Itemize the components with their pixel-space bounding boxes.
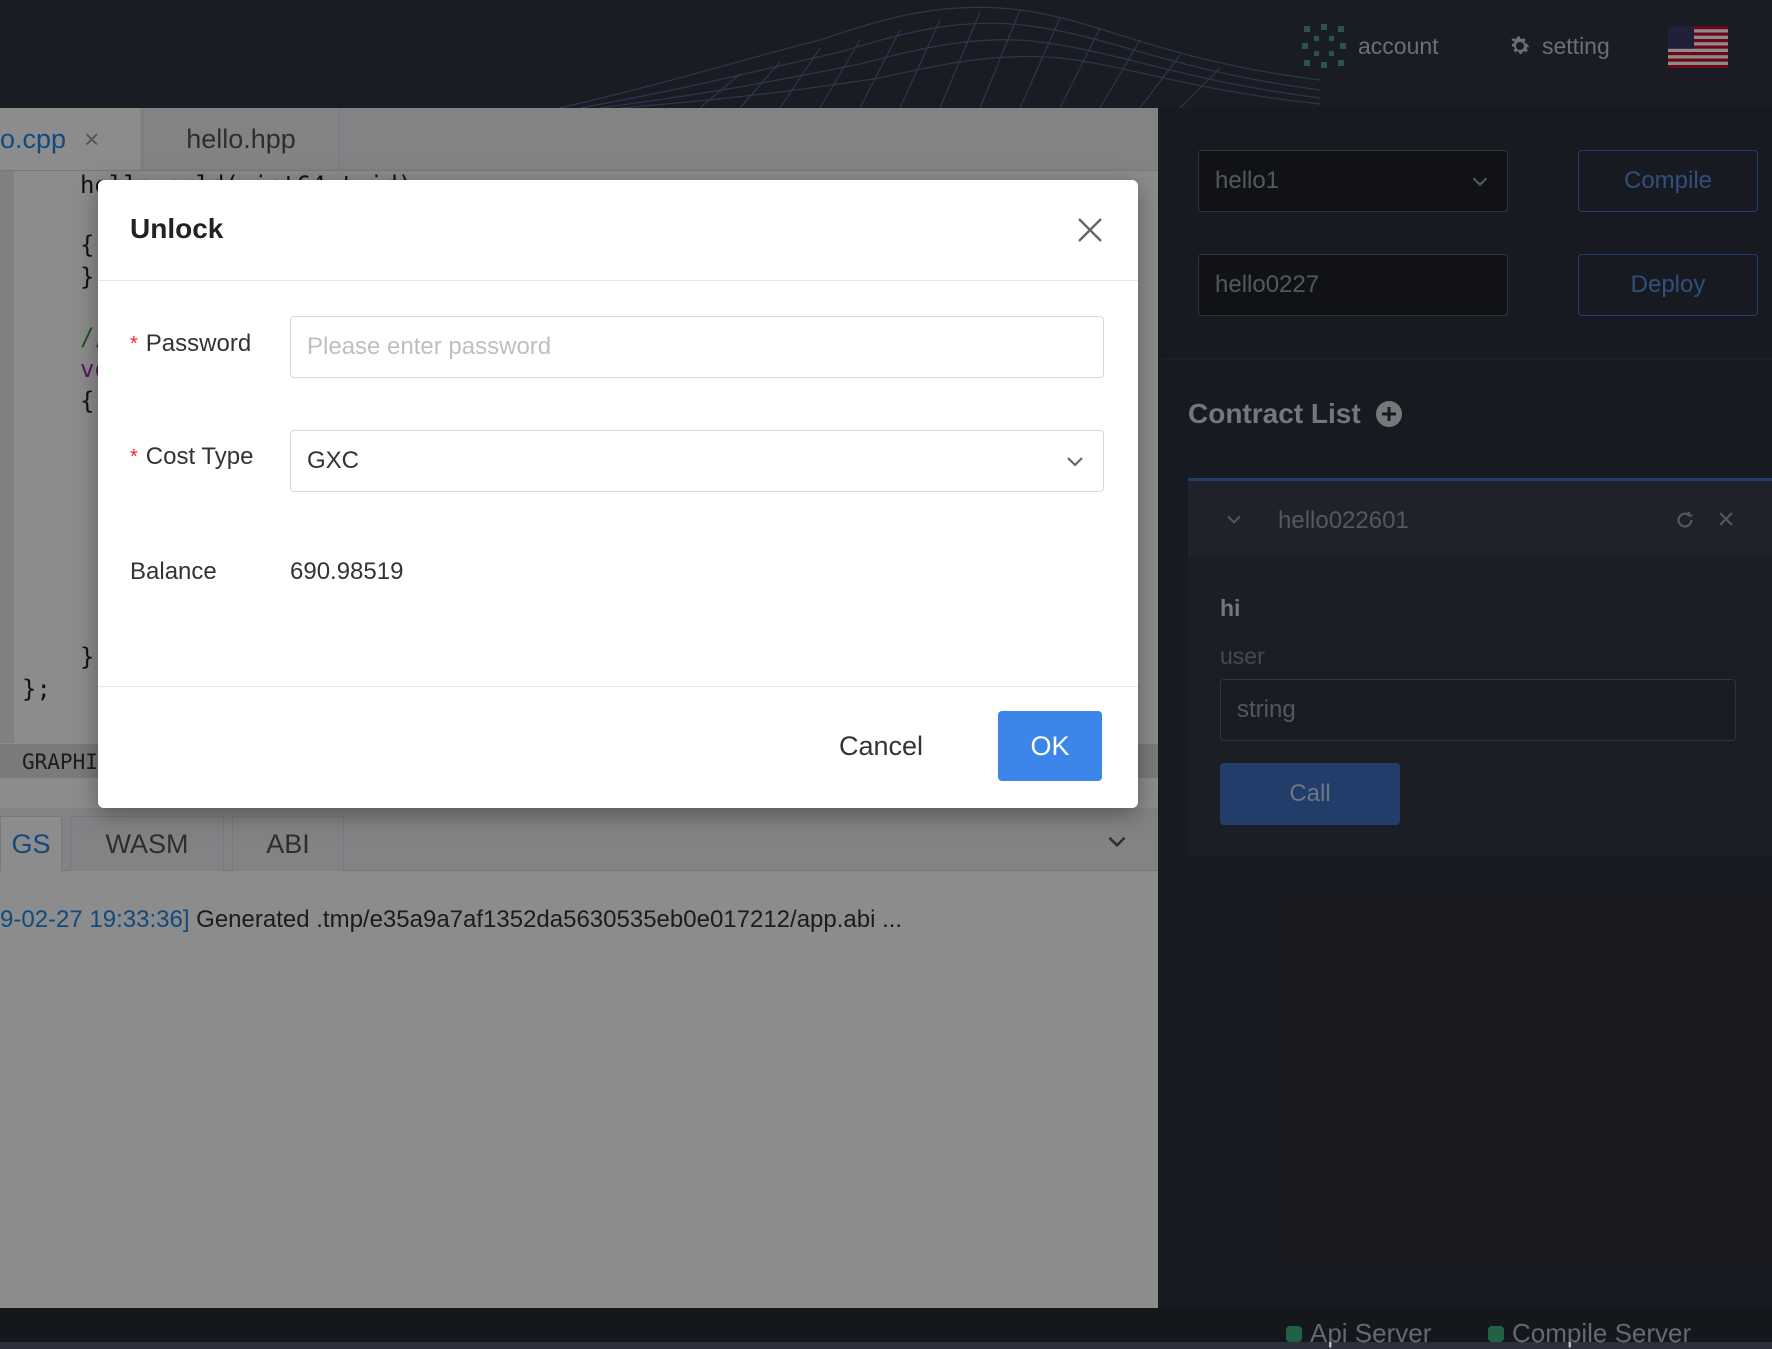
cancel-button[interactable]: Cancel	[822, 711, 940, 781]
password-input[interactable]	[290, 316, 1104, 378]
required-mark: *	[130, 445, 138, 468]
modal-title: Unlock	[130, 213, 224, 244]
balance-value: 690.98519	[290, 558, 404, 585]
cost-type-select[interactable]: GXC	[290, 430, 1104, 492]
unlock-modal: Unlock * Password * Cost Type GXC Balanc…	[98, 180, 1138, 808]
password-label: * Password	[130, 330, 251, 358]
password-label-text: Password	[145, 330, 252, 357]
modal-header: Unlock	[98, 180, 1138, 281]
balance-label: Balance	[130, 558, 217, 585]
cost-type-label-text: Cost Type	[145, 443, 254, 470]
ok-button[interactable]: OK	[998, 711, 1102, 781]
cost-type-value: GXC	[307, 447, 360, 474]
close-icon[interactable]	[1070, 210, 1110, 250]
chevron-down-icon	[1067, 457, 1083, 467]
required-mark: *	[130, 332, 138, 355]
cost-type-label: * Cost Type	[130, 443, 253, 471]
modal-footer: Cancel OK	[98, 686, 1138, 809]
